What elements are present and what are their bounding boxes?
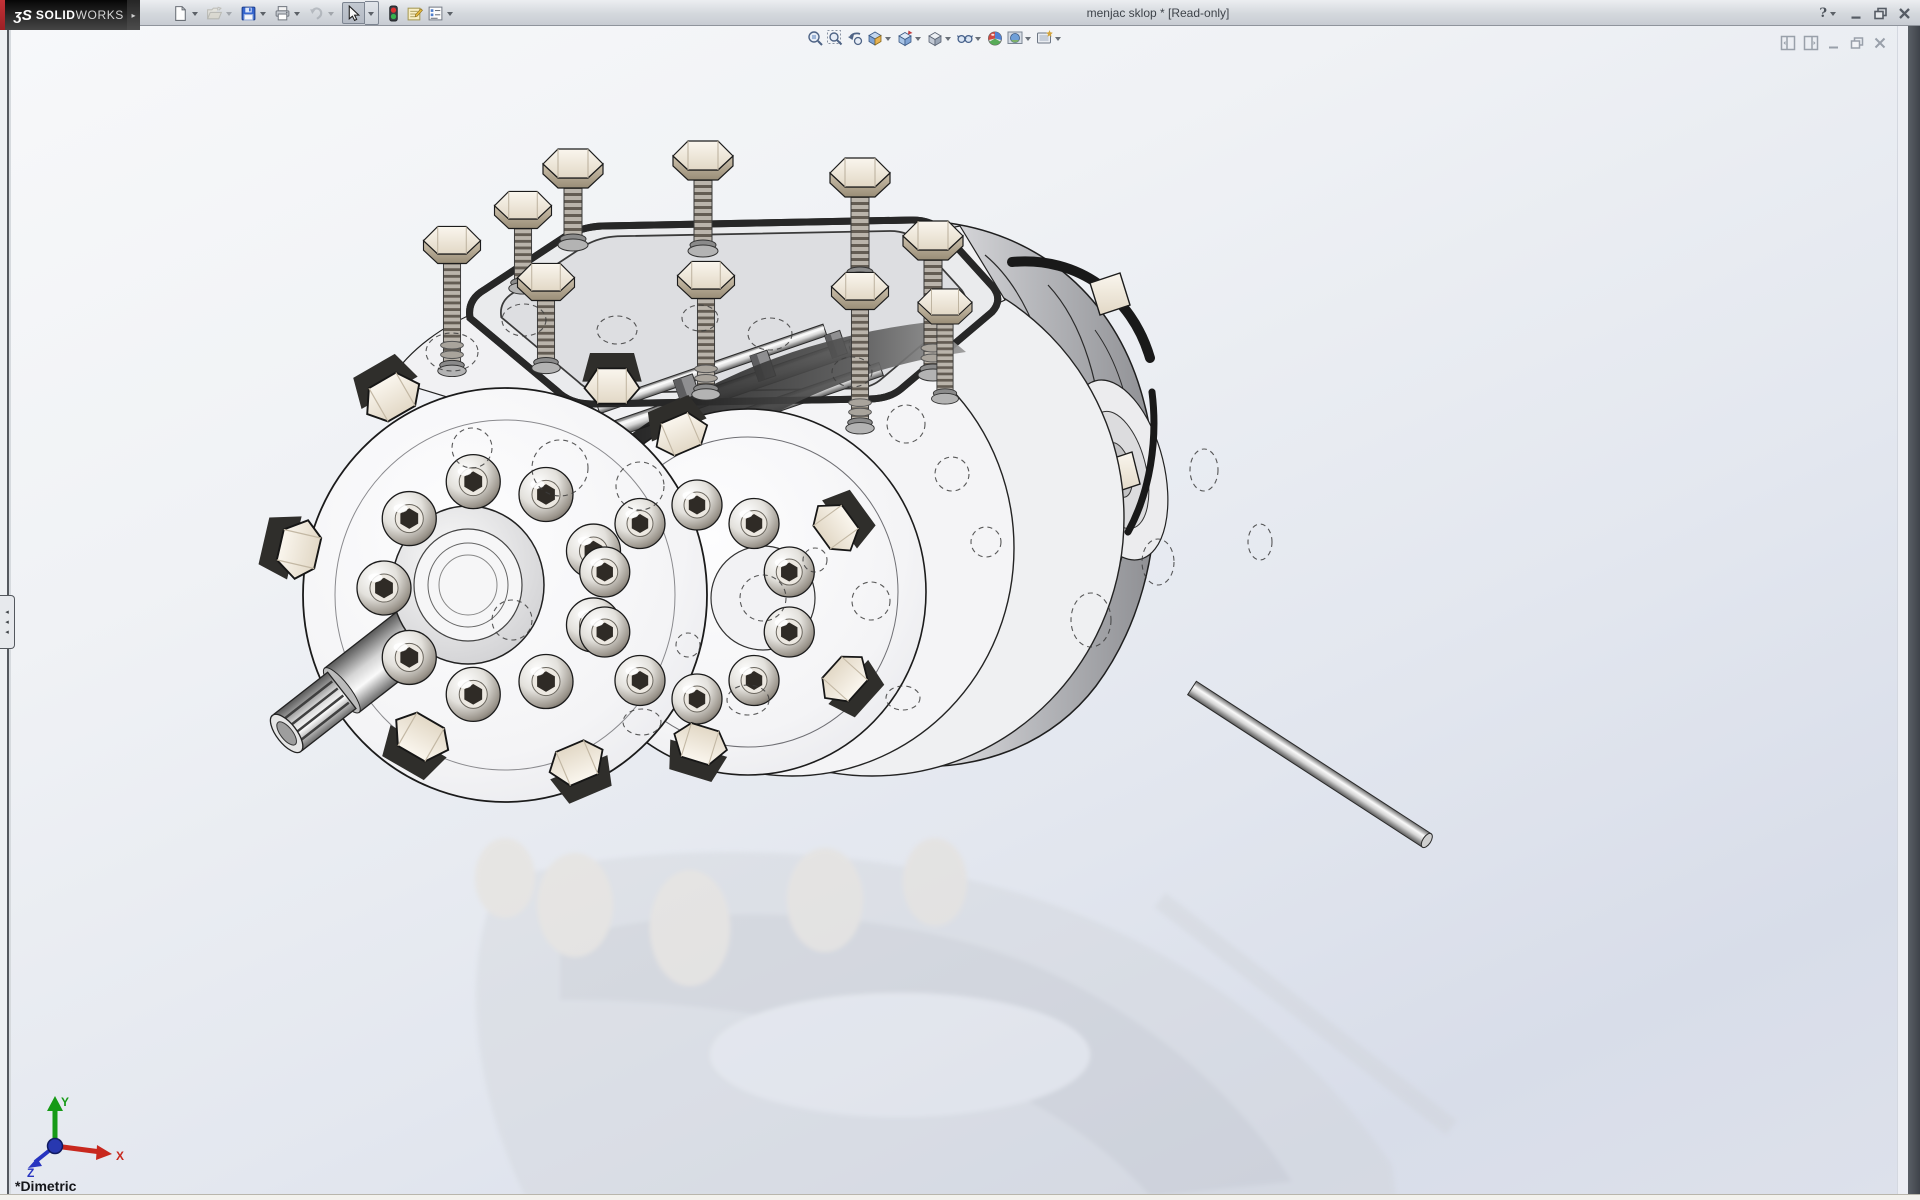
save-button[interactable] [238,2,272,24]
dropdown-caret[interactable] [885,37,891,41]
edit-appearance-button[interactable] [985,28,1005,48]
apply-scene-button[interactable] [1005,28,1035,48]
zoom-to-area-button[interactable] [825,28,845,48]
dropdown-caret[interactable] [447,12,453,16]
window-controls: ? [1819,0,1912,26]
right-dark-edge [1908,26,1920,1194]
dropdown-caret[interactable] [1830,12,1836,16]
zoom-to-fit-icon [806,29,824,47]
window-title: menjac sklop * [Read-only] [1087,0,1230,26]
collapse-arrow-icon: ◂ [5,619,9,626]
close-document-button[interactable] [1872,35,1888,51]
view-settings-icon [1036,29,1054,47]
display-style-icon [926,29,944,47]
view-settings-button[interactable] [1035,28,1065,48]
output-shaft [1188,681,1435,849]
view-orientation-label: *Dimetric [15,1178,76,1194]
open-folder-icon [206,5,223,22]
section-view-icon [866,29,884,47]
rebuild-button[interactable] [383,2,404,24]
select-dropdown[interactable] [365,1,379,25]
x-axis-label: X [116,1149,124,1163]
dropdown-caret[interactable] [260,12,266,16]
dropdown-caret[interactable] [915,37,921,41]
undo-icon [308,5,325,22]
view-orientation-button[interactable] [895,28,925,48]
options-icon [427,5,444,22]
show-featuremanager-right-button[interactable] [1803,35,1819,51]
collapse-arrow-icon: ◂ [5,609,9,616]
rebuild-traffic-light-icon [385,5,402,22]
dropdown-caret[interactable] [294,12,300,16]
restore-document-button[interactable] [1849,35,1865,51]
collapse-arrow-icon: ◂ [5,629,9,636]
options-button[interactable] [425,2,459,24]
edit-appearance-icon [986,29,1004,47]
zoom-to-area-icon [826,29,844,47]
hide-show-items-icon [956,29,974,47]
menu-expand-arrow[interactable]: ▸ [127,0,140,30]
help-icon: ? [1819,6,1827,21]
print-icon [274,5,291,22]
floor-reflection [475,838,1457,1194]
select-button[interactable] [342,2,365,24]
open-button[interactable] [204,2,238,24]
undo-button[interactable] [306,2,340,24]
document-window-controls [1780,35,1888,51]
restore-button[interactable] [1873,6,1888,21]
dropdown-caret[interactable] [368,12,374,16]
dropdown-caret[interactable] [945,37,951,41]
titlebar: menjac sklop * [Read-only] ? [0,0,1920,26]
solidworks-logo: ʒS SOLID WORKS [5,0,127,30]
view-orientation-icon [896,29,914,47]
previous-view-icon [846,29,864,47]
hide-show-items-button[interactable] [955,28,985,48]
section-view-button[interactable] [865,28,895,48]
graphics-area[interactable]: Y X Z *Dimetric [11,26,1897,1194]
apply-scene-icon [1006,29,1024,47]
help-button[interactable]: ? [1819,6,1840,21]
solidworks-logo-light: WORKS [76,8,124,22]
headsup-view-toolbar [805,28,1065,48]
right-scrollbar-strip[interactable] [1897,26,1908,1194]
select-cursor-icon [345,5,362,22]
triad-origin [48,1139,63,1154]
minimize-button[interactable] [1849,6,1864,21]
close-button[interactable] [1897,6,1912,21]
new-document-icon [172,5,189,22]
zoom-to-fit-button[interactable] [805,28,825,48]
minimize-document-button[interactable] [1826,35,1842,51]
statusbar [0,1194,1920,1200]
select-tool-group [342,1,379,25]
main-toolbar [170,1,459,25]
solidworks-logo-bold: SOLID [36,8,76,22]
dropdown-caret[interactable] [328,12,334,16]
orientation-triad: Y X Z [13,1094,143,1178]
solidworks-window: menjac sklop * [Read-only] ? ʒS SOLID WO… [0,0,1920,1200]
display-style-button[interactable] [925,28,955,48]
featuremanager-collapse-tab[interactable]: ◂ ◂ ◂ [0,595,15,649]
solidworks-logo-mark: ʒS [14,7,32,24]
print-button[interactable] [272,2,306,24]
left-bearing-cover [262,388,707,802]
y-axis-label: Y [61,1095,69,1109]
show-featuremanager-left-button[interactable] [1780,35,1796,51]
previous-view-button[interactable] [845,28,865,48]
gearbox-assembly-model[interactable] [11,26,1897,1194]
save-icon [240,5,257,22]
file-properties-button[interactable] [404,2,425,24]
dropdown-caret[interactable] [226,12,232,16]
dropdown-caret[interactable] [1025,37,1031,41]
new-document-button[interactable] [170,2,204,24]
dropdown-caret[interactable] [975,37,981,41]
file-properties-icon [406,5,423,22]
dropdown-caret[interactable] [192,12,198,16]
dropdown-caret[interactable] [1055,37,1061,41]
z-axis-label: Z [27,1166,34,1178]
